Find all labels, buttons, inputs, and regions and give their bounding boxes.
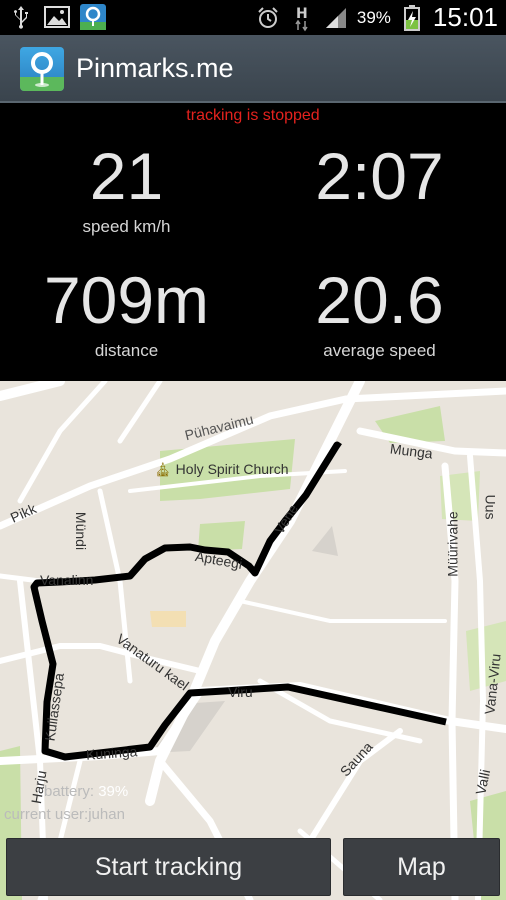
map-button[interactable]: Map	[343, 838, 500, 896]
battery-overlay: battery: 39%	[44, 783, 128, 800]
stats-panel: tracking is stopped 21 speed km/h 2:07 7…	[0, 103, 506, 381]
speed-label: speed km/h	[82, 217, 171, 236]
system-status: H 39% 15:01	[255, 0, 498, 35]
svg-text:H: H	[296, 6, 308, 22]
user-overlay-value: juhan	[88, 806, 125, 823]
tracking-status: tracking is stopped	[186, 107, 320, 124]
plaza-area	[312, 526, 338, 556]
usb-icon	[8, 4, 34, 30]
app-logo-icon[interactable]	[20, 47, 64, 91]
pinmarks-notification-icon	[80, 4, 106, 30]
battery-charging-icon	[399, 4, 425, 31]
map-label-mundi: Mündi	[73, 511, 90, 551]
speed-stat: 21 speed km/h	[0, 143, 253, 237]
action-bar: Pinmarks.me	[0, 35, 506, 103]
user-overlay: current user:juhan	[4, 806, 125, 823]
distance-stat: 709m distance	[0, 267, 253, 361]
map-label-muurivahe: Müürivahe	[444, 511, 461, 577]
alarm-icon	[255, 5, 281, 31]
average-speed-label: average speed	[323, 341, 436, 360]
average-speed-stat: 20.6 average speed	[253, 267, 506, 361]
map-label-viru: Viru	[228, 684, 253, 700]
map-view[interactable]: Pühavaimu ⛪︎ Holy Spirit Church Munga Pi…	[0, 381, 506, 900]
average-speed-value: 20.6	[315, 263, 444, 337]
signal-icon	[323, 5, 349, 31]
battery-percent: 39%	[356, 7, 391, 27]
notification-icons	[8, 4, 106, 30]
battery-overlay-label: battery:	[44, 783, 95, 800]
app-title: Pinmarks.me	[76, 53, 234, 83]
status-bar: H 39% 15:01	[0, 0, 506, 35]
map-label-vanalinn: Vanalinn	[40, 572, 94, 588]
gallery-icon	[44, 4, 70, 30]
distance-value: 709m	[43, 263, 210, 337]
map-label-uus: Uus	[482, 494, 499, 520]
time-value: 2:07	[315, 139, 444, 213]
building-area	[150, 611, 186, 627]
time-stat: 2:07	[253, 143, 506, 217]
start-tracking-button[interactable]: Start tracking	[6, 838, 331, 896]
user-overlay-label: current user:	[4, 806, 89, 823]
speed-value: 21	[89, 139, 164, 213]
church-icon: ⛪︎	[154, 461, 172, 477]
battery-overlay-value: 39%	[98, 783, 129, 800]
clock: 15:01	[432, 2, 498, 32]
hspa-icon: H	[289, 5, 315, 31]
map-label-holy-spirit-church: ⛪︎ Holy Spirit Church	[154, 461, 289, 477]
distance-label: distance	[94, 341, 159, 360]
